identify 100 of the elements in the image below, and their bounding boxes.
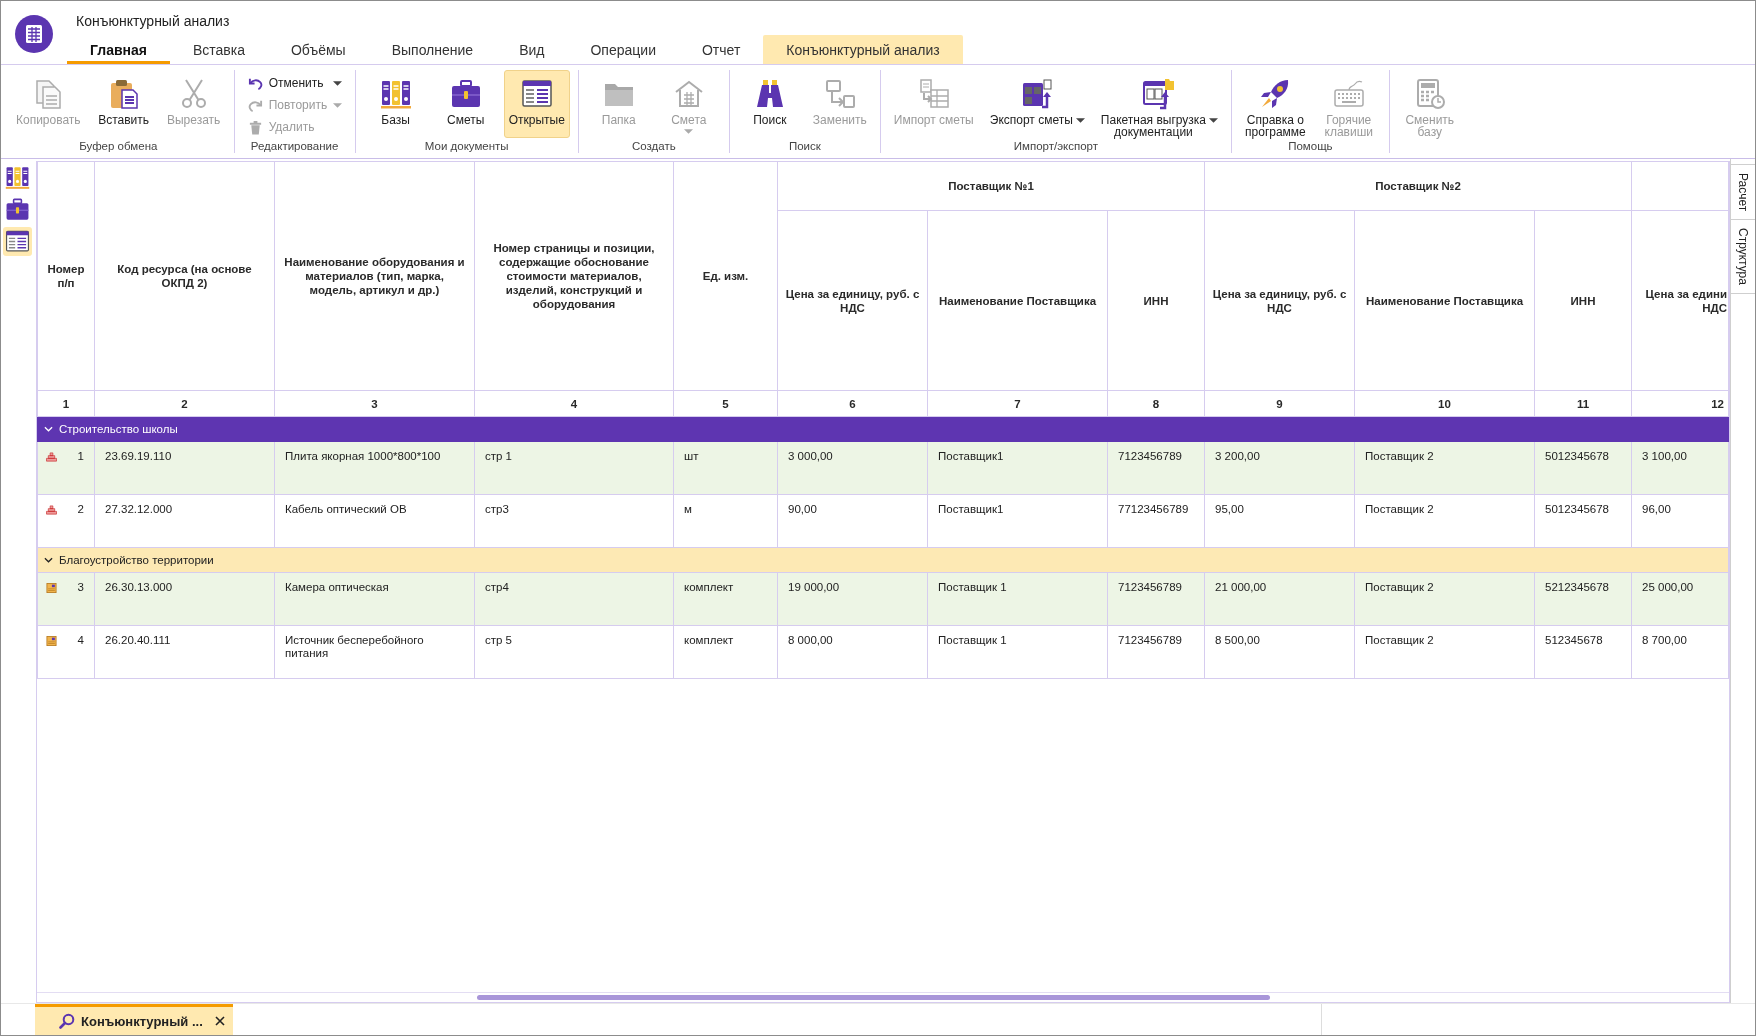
column-header: ИНН [1534, 210, 1632, 391]
table-cell: шт [673, 441, 778, 495]
column-header: Цена за едини НДС [1631, 210, 1729, 391]
ribbon-group-label: Помощь [1288, 139, 1333, 153]
close-icon[interactable] [215, 1016, 225, 1026]
table-cell: 8 000,00 [777, 625, 928, 679]
group-title: Строительство школы [59, 423, 178, 435]
table-cell: 512345678 [1534, 625, 1632, 679]
table-cell: стр3 [474, 494, 674, 548]
ribbon-group-label: Импорт/экспорт [1013, 139, 1099, 153]
table-row[interactable]: 1 23.69.19.110 Плита якорная 1000*800*100 стр 1 шт 3 000,00 Поставщик1 7123456789 3 200,00 Поставщик 2 5012345678 3 100,00 [37, 441, 1729, 495]
column-number: 4 [474, 390, 674, 417]
column-number: 12 [1631, 390, 1729, 417]
row-number: 2 [77, 503, 84, 516]
document-tab[interactable]: Конъюнктурный ... [35, 1004, 233, 1035]
group-row[interactable]: Благоустройство территории [37, 547, 1729, 573]
undo-button[interactable]: Отменить [242, 72, 347, 94]
export-button[interactable]: Экспорт сметы [984, 70, 1090, 138]
table-cell: 26.20.40.111 [94, 625, 275, 679]
column-number: 10 [1354, 390, 1535, 417]
import-icon [917, 78, 950, 110]
table-cell: 7123456789 [1107, 441, 1205, 495]
app-logo-icon [15, 15, 53, 53]
column-header: Цена за единицу, руб. с НДС [1204, 210, 1355, 391]
bases-button[interactable]: Базы [363, 70, 428, 138]
column-number: 11 [1534, 390, 1632, 417]
column-number: 7 [927, 390, 1108, 417]
column-number: 2 [94, 390, 275, 417]
column-number: 6 [777, 390, 928, 417]
table-window-icon [5, 229, 30, 254]
ribbon-tab[interactable]: Объёмы [268, 35, 369, 64]
ribbon-tab[interactable]: Операции [567, 35, 679, 64]
box-icon [46, 635, 57, 646]
column-header: Цена за единицу, руб. с НДС [777, 210, 928, 391]
search-icon [59, 1013, 75, 1029]
table-cell: Поставщик 2 [1354, 494, 1535, 548]
table-window-icon [520, 78, 553, 110]
group-row[interactable]: Строительство школы [37, 416, 1729, 442]
briefcase-icon [5, 197, 30, 222]
column-header: Наименование оборудования и материалов (тип, марка, модель, артикул и др.) [274, 161, 475, 391]
table-cell: Плита якорная 1000*800*100 [274, 441, 475, 495]
table-cell: Камера оптическая [274, 572, 475, 626]
column-header: Наименование Поставщика [1354, 210, 1535, 391]
table-row[interactable]: 4 26.20.40.111 Источник бесперебойного питания стр 5 комплект 8 000,00 Поставщик 1 7123456789 8 500,00 Поставщик 2 512345678 8 700,00 [37, 625, 1729, 679]
window-title: Конъюнктурный анализ [75, 13, 230, 29]
supplier-header: Поставщик №1 [777, 161, 1205, 211]
table-cell: 19 000,00 [777, 572, 928, 626]
column-header: Ед. изм. [673, 161, 778, 391]
table-cell: Поставщик 2 [1354, 572, 1535, 626]
table-row[interactable]: 3 26.30.13.000 Камера оптическая стр4 комплект 19 000,00 Поставщик 1 7123456789 21 000,00 Поставщик 2 5212345678 25 000,00 [37, 572, 1729, 626]
group-title: Благоустройство территории [59, 554, 214, 566]
table-cell: 3 100,00 [1631, 441, 1729, 495]
trash-icon [247, 119, 263, 135]
ribbon-tab[interactable]: Главная [67, 35, 170, 64]
ribbon-group-label: Создать [631, 139, 676, 153]
help-button[interactable]: Справка о программе [1240, 70, 1311, 138]
estimates-button[interactable]: Сметы [433, 70, 498, 138]
column-header: Наименование Поставщика [927, 210, 1108, 391]
table-cell: Поставщик1 [927, 494, 1108, 548]
table-cell: 96,00 [1631, 494, 1729, 548]
ribbon-group-label: Редактирование [250, 139, 339, 153]
table-cell: 21 000,00 [1204, 572, 1355, 626]
briefcase-icon [449, 78, 482, 110]
ribbon-tab[interactable]: Вставка [169, 35, 268, 64]
ribbon-tab[interactable]: Выполнение [368, 35, 497, 64]
column-number: 5 [673, 390, 778, 417]
open-documents-button[interactable]: Открытые [503, 70, 570, 138]
replace-icon [823, 78, 856, 110]
table-cell: Поставщик 2 [1354, 441, 1535, 495]
table-cell: 25 000,00 [1631, 572, 1729, 626]
table-cell: 3 200,00 [1204, 441, 1355, 495]
ribbon-tab[interactable]: Вид [496, 35, 568, 64]
row-number: 3 [77, 581, 84, 594]
table-cell: 5212345678 [1534, 572, 1632, 626]
column-header: Номер п/п [37, 161, 95, 391]
table-cell: 8 500,00 [1204, 625, 1355, 679]
bricks-icon [46, 504, 57, 515]
row-number: 4 [77, 634, 84, 647]
table-row[interactable]: 2 27.32.12.000 Кабель оптический ОВ стр3 м 90,00 Поставщик1 77123456789 95,00 Поставщик 2 5012345678 96,00 [37, 494, 1729, 548]
paste-button[interactable]: Вставить [91, 70, 156, 138]
table-cell: 90,00 [777, 494, 928, 548]
chevron-icon[interactable] [44, 557, 53, 563]
table-cell: 95,00 [1204, 494, 1355, 548]
bricks-icon [46, 451, 57, 462]
ribbon-group-label: Буфер обмена [79, 139, 158, 153]
ribbon-group-label: Мои документы [424, 139, 509, 153]
column-header: Код ресурса (на основе ОКПД 2) [94, 161, 275, 391]
ribbon-tab[interactable]: Конъюнктурный анализ [763, 35, 963, 64]
table-cell: стр4 [474, 572, 674, 626]
binders-icon [379, 78, 412, 110]
table-cell: Кабель оптический ОВ [274, 494, 475, 548]
batch-export-button[interactable]: Пакетная выгрузка документации [1095, 70, 1224, 138]
ribbon-tab[interactable]: Отчет [678, 35, 764, 64]
table-cell: 77123456789 [1107, 494, 1205, 548]
ribbon-group-label: Поиск [788, 139, 821, 153]
table-cell: 3 000,00 [777, 441, 928, 495]
scrollbar-thumb[interactable] [477, 995, 1270, 1000]
search-button[interactable]: Поиск [737, 70, 802, 138]
sidebar-button[interactable] [3, 227, 32, 256]
table-cell: 23.69.19.110 [94, 441, 275, 495]
